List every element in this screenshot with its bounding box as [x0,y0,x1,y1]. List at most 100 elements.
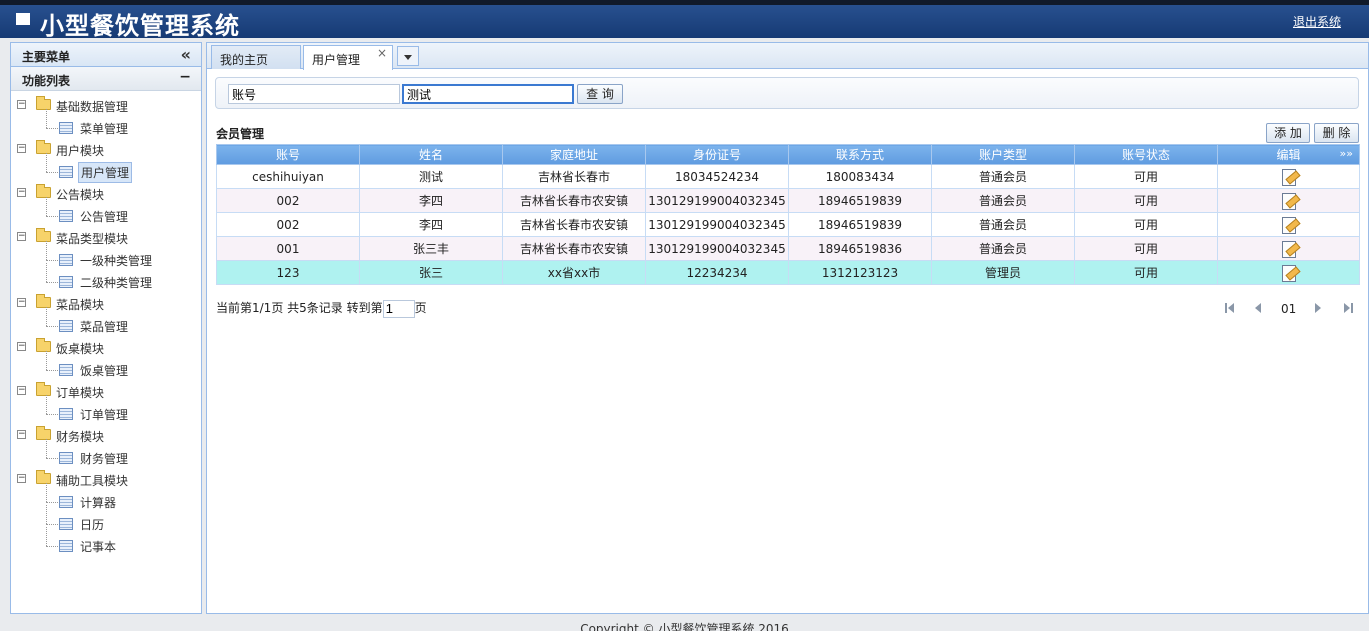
delete-button[interactable]: 删 除 [1314,123,1359,143]
tab-home[interactable]: 我的主页 [211,45,301,69]
tree-toggle-icon[interactable]: − [17,430,26,439]
add-button[interactable]: 添 加 [1266,123,1310,143]
tree-toggle-icon[interactable]: − [17,386,26,395]
app-title: 小型餐饮管理系统 [40,12,240,40]
table-cell: ceshihuiyan [216,164,360,189]
column-header-label: 身份证号 [692,148,741,162]
table-cell: 普通会员 [931,164,1075,189]
tree-folder[interactable]: − 菜品类型模块 [11,227,191,249]
table-cell: 可用 [1074,212,1218,237]
table-cell: 130129199004032345 [645,236,789,261]
tree-folder[interactable]: − 基础数据管理 [11,95,191,117]
tree-folder[interactable]: − 订单模块 [11,381,191,403]
edit-cell [1217,188,1360,213]
tree-item[interactable]: 菜品管理 [11,307,161,337]
query-button[interactable]: 查 询 [577,84,623,104]
tree-item[interactable]: 二级种类管理 [11,263,161,293]
table-row[interactable]: 123 张三 xx省xx市 12234234 1312123123 管理员 可用 [216,260,1360,285]
table-cell: 1312123123 [788,260,932,285]
top-header: 小型餐饮管理系统 退出系统 [0,0,1369,40]
table-cell: 002 [216,188,360,213]
next-page-icon[interactable] [1311,301,1325,315]
column-header-label: 账户类型 [978,148,1027,162]
column-header-label: 账号 [275,148,300,162]
function-list-title: 功能列表 [22,74,71,88]
pager-suffix: 页 [414,301,427,315]
table-row[interactable]: ceshihuiyan 测试 吉林省长春市 18034524234 180083434 普… [216,164,1360,189]
last-page-icon[interactable] [1341,301,1355,315]
tree-item[interactable]: 菜单管理 [11,109,161,139]
collapse-panel-icon[interactable]: « [181,45,191,64]
tree-item[interactable]: 用户管理 [11,153,161,183]
table-cell: 测试 [359,164,503,189]
tab-user-management-label: 用户管理 [312,53,361,67]
folder-icon [36,338,51,352]
table-cell: 130129199004032345 [645,212,789,237]
edit-icon[interactable] [1280,216,1298,234]
tree-item[interactable]: 公告管理 [11,197,161,227]
tree-item-label: 饭桌管理 [80,364,129,378]
tree-item-label: 日历 [80,518,105,532]
function-list-header[interactable]: 功能列表 − [11,67,201,91]
logout-link[interactable]: 退出系统 [1293,13,1341,30]
tree-item[interactable]: 日历 [11,505,161,535]
tree-toggle-icon[interactable]: − [17,232,26,241]
folder-icon [36,426,51,440]
tree-folder[interactable]: − 财务模块 [11,425,191,447]
column-header: 姓名 [359,144,503,165]
tree-folder[interactable]: − 用户模块 [11,139,191,161]
edit-icon[interactable] [1280,240,1298,258]
tree-toggle-icon[interactable]: − [17,100,26,109]
prev-page-icon[interactable] [1251,301,1265,315]
table-row[interactable]: 002 李四 吉林省长春市农安镇 130129199004032345 18946519… [216,188,1360,213]
tree-item[interactable]: 财务管理 [11,439,161,469]
tab-menu-dropdown-icon[interactable] [397,46,419,66]
table-row[interactable]: 001 张三丰 吉林省长春市农安镇 130129199004032345 1894651… [216,236,1360,261]
tree-toggle-icon[interactable]: − [17,188,26,197]
pager-info: 当前第1/1页 共5条记录 转到第 页 [216,299,427,318]
edit-cell [1217,164,1360,189]
tree-item-label: 用户管理 [78,162,133,183]
folder-icon [36,140,51,154]
tree-toggle-icon[interactable]: − [17,342,26,351]
section-title: 会员管理 [216,127,265,141]
edit-icon[interactable] [1280,192,1298,210]
current-page-number: 01 [1281,302,1297,316]
tab-bar: 我的主页 用户管理 × [207,43,1368,70]
table-cell: 管理员 [931,260,1075,285]
tree-item[interactable]: 记事本 [11,527,161,557]
tree-item-label: 二级种类管理 [80,276,153,290]
tree-folder-label: 菜品模块 [56,298,105,312]
tree-item[interactable]: 订单管理 [11,395,161,425]
tree-folder[interactable]: − 饭桌模块 [11,337,191,359]
column-header-label: 联系方式 [835,148,884,162]
page-icon [59,408,73,420]
tree-toggle-icon[interactable]: − [17,298,26,307]
tree-item[interactable]: 一级种类管理 [11,241,161,271]
close-tab-icon[interactable]: × [377,46,387,60]
tree-folder[interactable]: − 公告模块 [11,183,191,205]
app-logo-icon [16,13,30,25]
tree-item[interactable]: 饭桌管理 [11,351,161,381]
column-header: 账号 [216,144,360,165]
folder-icon [36,96,51,110]
page-icon [59,452,73,464]
tab-user-management[interactable]: 用户管理 × [303,45,393,70]
tree-item[interactable]: 计算器 [11,483,161,513]
name-search-input[interactable] [402,84,574,104]
tree-toggle-icon[interactable]: − [17,474,26,483]
table-cell: 可用 [1074,236,1218,261]
first-page-icon[interactable] [1223,301,1237,315]
collapse-section-icon[interactable]: − [179,69,191,85]
tree-folder[interactable]: − 辅助工具模块 [11,469,191,491]
table-row[interactable]: 002 李四 吉林省长春市农安镇 130129199004032345 18946519… [216,212,1360,237]
edit-icon[interactable] [1280,168,1298,186]
tree-folder[interactable]: − 菜品模块 [11,293,191,315]
tree-folder-label: 公告模块 [56,188,105,202]
expand-columns-icon[interactable]: »» [1340,147,1353,160]
tab-home-label: 我的主页 [220,53,269,67]
edit-icon[interactable] [1280,264,1298,282]
goto-page-input[interactable] [382,299,415,318]
account-search-input[interactable] [228,84,400,104]
tree-toggle-icon[interactable]: − [17,144,26,153]
